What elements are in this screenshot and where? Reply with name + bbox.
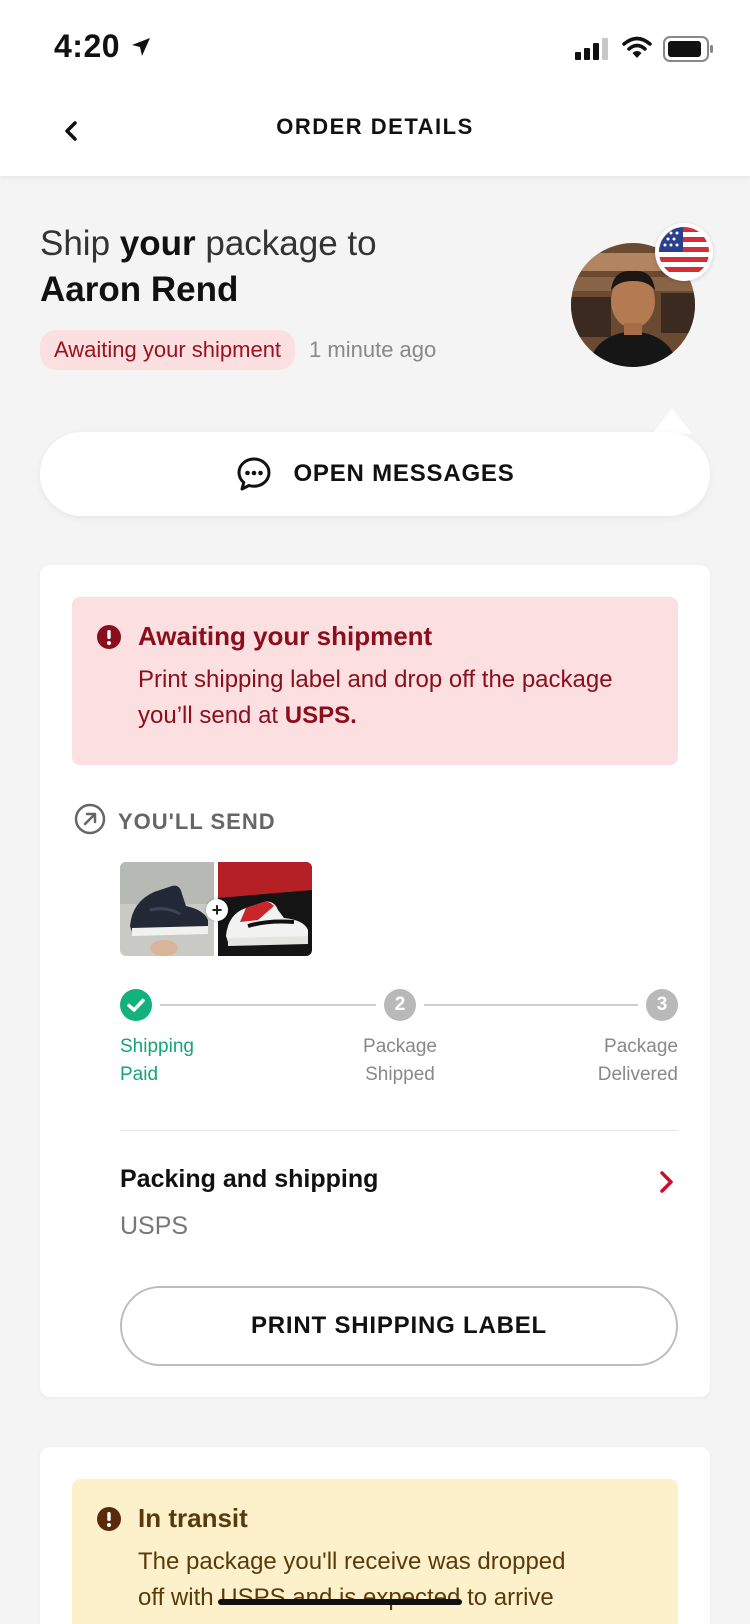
step-package-delivered: Package Delivered — [598, 1033, 678, 1089]
transit-body-line: The package you'll receive was dropped — [138, 1548, 566, 1575]
step-package-shipped: Package Shipped — [328, 1033, 472, 1089]
wifi-icon — [622, 36, 652, 65]
ship-prefix: Ship — [40, 224, 120, 263]
messages-bubble: OPEN MESSAGES — [40, 408, 710, 516]
progress-line — [424, 1004, 638, 1006]
alert-body-carrier: USPS. — [284, 702, 357, 729]
order-card: Awaiting your shipment Print shipping la… — [40, 565, 710, 1397]
progress-line — [160, 1004, 376, 1006]
alert-body-text: Print shipping label and drop off the pa… — [138, 666, 613, 729]
step-3-marker: 3 — [646, 989, 678, 1021]
status-bar: 4:20 — [0, 0, 750, 90]
sneaker-thumbnail[interactable] — [218, 862, 312, 956]
step-label-line: Package — [604, 1036, 678, 1057]
nav-bar: ORDER DETAILS — [0, 90, 750, 176]
shipment-header: Ship your package to Aaron Rend — [40, 224, 377, 310]
step-label-line: Paid — [120, 1064, 159, 1085]
divider — [120, 1130, 678, 1131]
packing-carrier: USPS — [120, 1212, 189, 1240]
youll-send-label: YOU'LL SEND — [118, 808, 276, 834]
status-badge: Awaiting your shipment — [40, 330, 296, 370]
step-label-line: Shipping — [120, 1036, 194, 1057]
shipment-progress: 2 3 Shipping Paid Package Shipped Packag… — [120, 989, 678, 1099]
transit-card: In transit The package you'll receive wa… — [40, 1447, 710, 1624]
transit-body-line: off with USPS and is expected to arrive — [138, 1580, 652, 1616]
us-flag-icon — [655, 223, 713, 281]
transit-title: In transit — [138, 1503, 248, 1533]
alert-title: Awaiting your shipment — [138, 621, 433, 651]
open-messages-button[interactable]: OPEN MESSAGES — [40, 432, 710, 516]
step-2-marker: 2 — [384, 989, 416, 1021]
step-label-line: Package — [363, 1036, 437, 1057]
ship-heading: Ship your package to — [40, 224, 377, 264]
page-title: ORDER DETAILS — [276, 114, 474, 139]
alert-body: Print shipping label and drop off the pa… — [138, 662, 652, 734]
location-arrow-icon — [130, 36, 152, 63]
redacted-text: USPS and is expected — [220, 1584, 461, 1611]
open-messages-label: OPEN MESSAGES — [293, 460, 515, 487]
cellular-signal-icon — [575, 38, 611, 65]
transit-body-suffix: to arrive — [460, 1584, 554, 1611]
status-row: Awaiting your shipment 1 minute ago — [40, 330, 436, 370]
packing-title: Packing and shipping — [120, 1165, 379, 1193]
status-time: 4:20 — [54, 28, 121, 64]
alert-icon — [96, 1506, 122, 1537]
print-shipping-label-button[interactable]: PRINT SHIPPING LABEL — [120, 1286, 678, 1366]
item-thumbnails[interactable]: + — [120, 862, 312, 956]
step-shipping-paid: Shipping Paid — [120, 1033, 194, 1089]
outgoing-arrow-icon — [74, 803, 106, 840]
step-label-line: Shipped — [365, 1064, 435, 1085]
youll-send-row: YOU'LL SEND — [74, 803, 276, 840]
alert-icon — [96, 624, 122, 655]
packing-and-shipping-row[interactable]: Packing and shipping USPS — [120, 1165, 678, 1241]
awaiting-shipment-alert: Awaiting your shipment Print shipping la… — [72, 597, 678, 765]
transit-body: The package you'll receive was dropped o… — [138, 1544, 652, 1616]
plus-icon: + — [206, 899, 228, 921]
transit-body-prefix: off with — [138, 1584, 221, 1611]
ship-bold: your — [119, 224, 196, 263]
check-icon — [120, 989, 152, 1021]
chat-bubble-icon — [235, 455, 273, 493]
in-transit-alert: In transit The package you'll receive wa… — [72, 1479, 678, 1624]
battery-icon — [663, 36, 715, 67]
chevron-right-icon — [656, 1167, 678, 1202]
status-timestamp: 1 minute ago — [309, 337, 437, 362]
sneaker-thumbnail[interactable] — [120, 862, 214, 956]
ship-suffix: package to — [195, 224, 377, 263]
step-label-line: Delivered — [597, 1064, 678, 1085]
bubble-tip — [652, 408, 692, 434]
recipient-name: Aaron Rend — [40, 270, 239, 309]
